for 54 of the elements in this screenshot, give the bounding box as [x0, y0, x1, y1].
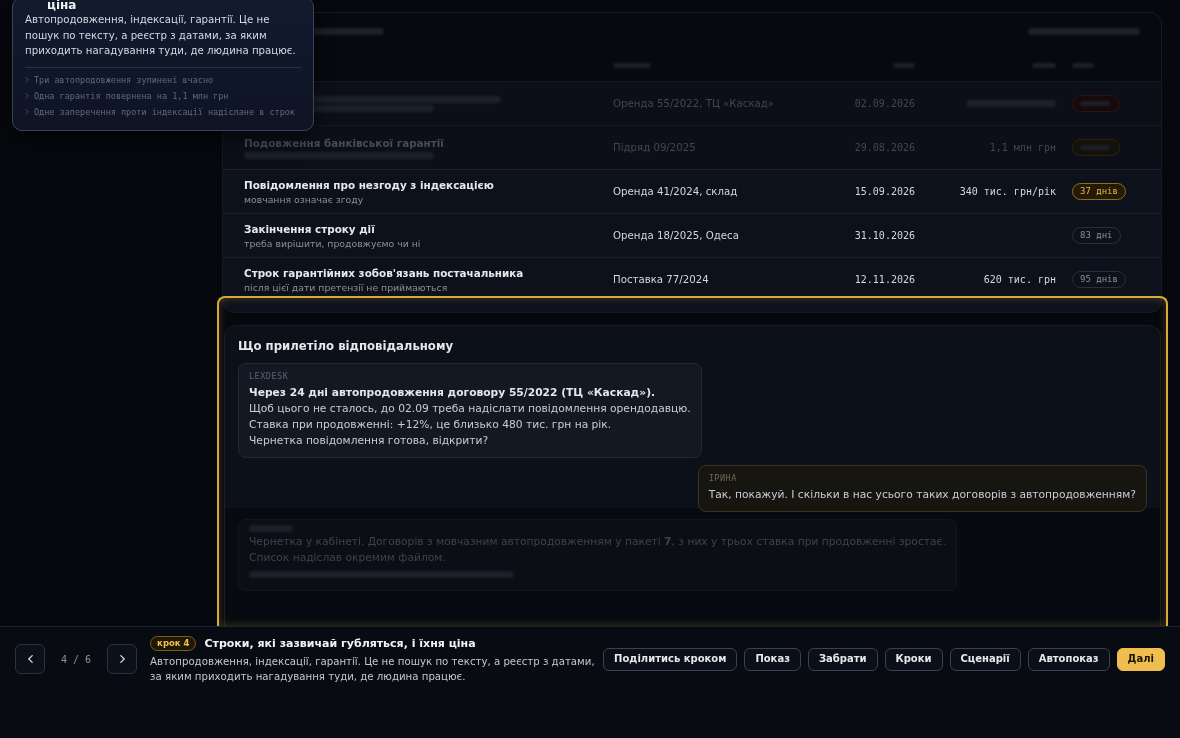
step-title: Строки, які зазвичай губляться, і їхня ціна — [204, 635, 476, 652]
tour-action-button[interactable]: Далі — [1116, 647, 1165, 671]
chevron-icon — [25, 76, 29, 83]
row-title: Подовження банківської гарантії — [244, 136, 444, 150]
chevron-icon — [25, 92, 29, 99]
contract-cell: Поставка 77/2024 — [613, 272, 709, 287]
amount-cell: 1,1 млн грн — [989, 140, 1056, 155]
date-cell: 31.10.2026 — [854, 228, 915, 243]
tour-action-button[interactable]: Забрати — [807, 647, 878, 671]
tour-action-button[interactable]: Автопоказ — [1027, 647, 1110, 671]
contract-cell: Оренда 55/2022, ТЦ «Каскад» — [613, 96, 775, 111]
message-heading: Через 24 дні автопродовження договору 55/2022 (ТЦ «Каскад»). — [249, 385, 656, 401]
tour-action-button[interactable]: Сценарії — [949, 647, 1021, 671]
chevron-icon — [25, 108, 29, 115]
step-badge: крок 4 — [150, 635, 197, 651]
chevron-left-icon — [27, 655, 33, 663]
message-text: Щоб цього не сталось, до 02.09 треба надіслати повідомлення орендодавцю. — [249, 401, 691, 417]
previous-button[interactable] — [15, 644, 45, 674]
contract-cell: Підряд 09/2025 — [613, 140, 696, 155]
row-title: Повідомлення про незгоду з індексацією — [244, 177, 494, 192]
message-text: Так, покажуй. І скільки в нас усього таких договорів з автопродовженням? — [708, 487, 1136, 503]
card-point: Три автопродовження зупинені вчасно — [34, 73, 214, 86]
row-title: Закінчення строку дії — [244, 221, 375, 236]
card-point: Одна гарантія повернена на 1,1 млн грн — [34, 89, 229, 102]
card-title: ціна — [46, 0, 77, 12]
tour-action-button[interactable]: Кроки — [884, 647, 943, 671]
step-counter: 4 / 6 — [61, 652, 92, 667]
message-author: LEXDESK — [249, 370, 289, 383]
date-cell: 12.11.2026 — [854, 272, 915, 287]
amount-cell: 620 тис. грн — [983, 272, 1056, 287]
panel-title: Що прилетіло відповідальному — [238, 338, 454, 355]
next-button[interactable] — [107, 644, 138, 674]
card-text: Автопродовження, індексації, гарантії. Це не пошук по тексту, а реєстр з датами, за яким приходить нагадування туди, де людина працює. — [25, 13, 297, 58]
step-description: Автопродовження, індексації, гарантії. Це не пошук по тексту, а реєстр з датами, за яким приходить нагадування туди, де людина працює. — [150, 654, 596, 684]
message-text: Чернетка повідомлення готова, відкрити? — [249, 433, 489, 449]
message-text: Ставка при продовженні: +12%, це близько 480 тис. грн на рік. — [249, 417, 612, 433]
row-title: Строк гарантійних зобов'язань постачальника — [244, 265, 524, 280]
contract-cell: Оренда 18/2025, Одеса — [613, 228, 739, 243]
date-cell: 29.08.2026 — [854, 140, 915, 155]
chevron-right-icon — [119, 655, 125, 663]
status-badge: 95 днів — [1072, 271, 1126, 288]
card-point: Одне заперечення проти індексації надіслане в строк — [34, 105, 295, 118]
row-subtitle: треба вирішити, продовжуємо чи ні — [244, 237, 421, 250]
tour-action-button[interactable]: Поділитись кроком — [603, 647, 738, 671]
status-badge: 83 дні — [1072, 227, 1121, 244]
status-badge: 37 днів — [1072, 183, 1126, 200]
date-cell: 15.09.2026 — [854, 184, 915, 199]
row-subtitle: мовчання означає згоду — [244, 193, 364, 206]
message-author: ІРИНА — [708, 472, 737, 485]
contract-cell: Оренда 41/2024, склад — [613, 184, 738, 199]
row-subtitle: після цієї дати претензії не приймаються — [244, 281, 448, 294]
amount-cell: 340 тис. грн/рік — [959, 184, 1056, 199]
date-cell: 02.09.2026 — [854, 96, 915, 111]
tour-action-button[interactable]: Показ — [744, 647, 801, 671]
